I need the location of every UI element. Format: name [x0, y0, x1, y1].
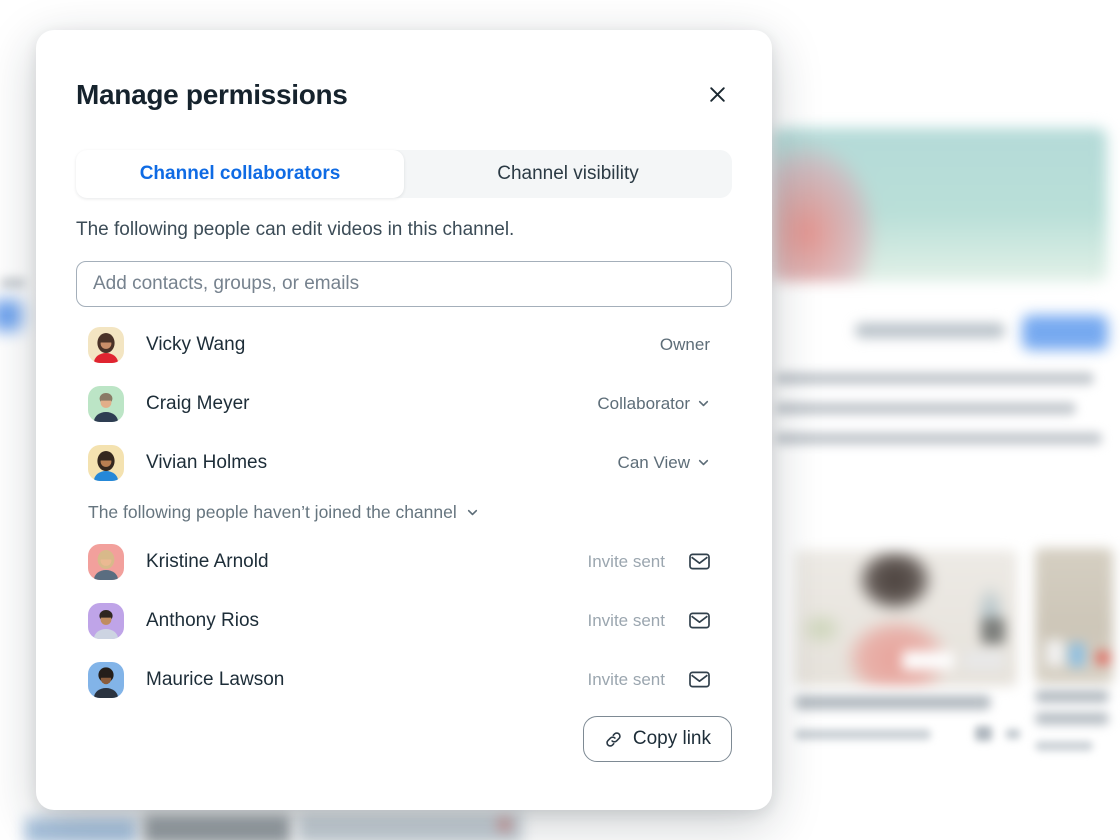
member-role-dropdown[interactable]: Can View — [618, 453, 710, 473]
chevron-down-icon — [466, 506, 479, 519]
collaborator-list: Vicky Wang Owner Craig Meyer — [76, 315, 732, 709]
avatar — [88, 603, 124, 639]
blurred-video-thumbnail — [795, 550, 1017, 686]
link-icon — [604, 730, 623, 749]
avatar — [88, 445, 124, 481]
resend-invite-button[interactable] — [689, 671, 710, 688]
chevron-down-icon — [697, 397, 710, 410]
pending-section-label: The following people haven’t joined the … — [88, 502, 457, 523]
blurred-video-thumbnail — [143, 815, 291, 840]
tab-bar: Channel collaborators Channel visibility — [76, 150, 732, 198]
member-role: Collaborator — [597, 394, 690, 414]
blurred-text-line — [776, 402, 1076, 415]
member-name: Vicky Wang — [146, 334, 660, 356]
blurred-video-meta — [1035, 741, 1093, 751]
member-name: Kristine Arnold — [146, 551, 588, 573]
invite-status: Invite sent — [588, 552, 666, 572]
tab-description: The following people can edit videos in … — [76, 218, 732, 242]
member-name: Maurice Lawson — [146, 669, 588, 691]
member-name: Craig Meyer — [146, 393, 597, 415]
avatar — [88, 327, 124, 363]
resend-invite-button[interactable] — [689, 612, 710, 629]
pending-section-header: The following people haven’t joined the … — [76, 492, 732, 532]
invite-status: Invite sent — [588, 611, 666, 631]
pending-member-row: Maurice Lawson Invite sent — [76, 650, 732, 709]
blurred-video-thumbnail — [25, 818, 137, 840]
mail-icon — [689, 553, 710, 570]
blurred-edit-icon — [975, 726, 992, 741]
member-row: Craig Meyer Collaborator — [76, 374, 732, 433]
blurred-text-line — [776, 372, 1094, 385]
member-row: Vicky Wang Owner — [76, 315, 732, 374]
blurred-video-thumbnail — [1035, 548, 1113, 684]
close-icon — [707, 84, 728, 105]
pending-member-row: Kristine Arnold Invite sent — [76, 532, 732, 591]
blurred-manage-permissions-button — [855, 323, 1005, 338]
member-name: Anthony Rios — [146, 610, 588, 632]
chevron-down-icon — [697, 456, 710, 469]
mail-icon — [689, 612, 710, 629]
mail-icon — [689, 671, 710, 688]
pending-section-toggle[interactable]: The following people haven’t joined the … — [88, 502, 479, 523]
dialog-title: Manage permissions — [76, 78, 348, 112]
avatar — [88, 544, 124, 580]
blurred-video-thumbnail — [298, 814, 522, 840]
pending-member-row: Anthony Rios Invite sent — [76, 591, 732, 650]
member-name: Vivian Holmes — [146, 452, 618, 474]
tab-channel-collaborators[interactable]: Channel collaborators — [76, 150, 404, 198]
member-row: Vivian Holmes Can View — [76, 433, 732, 492]
resend-invite-button[interactable] — [689, 553, 710, 570]
add-people-input[interactable] — [76, 261, 732, 307]
close-button[interactable] — [703, 80, 732, 109]
blurred-video-title — [1035, 712, 1109, 725]
dialog-footer: Copy link — [76, 716, 732, 762]
avatar — [88, 662, 124, 698]
blurred-overflow-icon — [1006, 729, 1020, 739]
invite-status: Invite sent — [588, 670, 666, 690]
dialog-header: Manage permissions — [76, 78, 732, 112]
screen: Manage permissions Channel collaborators… — [0, 0, 1120, 840]
blurred-text-line — [0, 278, 26, 288]
blurred-text-line — [776, 432, 1102, 445]
blurred-video-meta — [795, 729, 931, 740]
blurred-channel-banner-image — [773, 128, 1107, 282]
blurred-blue-button-edge — [0, 300, 22, 331]
blurred-primary-button — [1022, 315, 1108, 350]
member-role: Can View — [618, 453, 690, 473]
copy-link-button[interactable]: Copy link — [583, 716, 732, 762]
avatar — [88, 386, 124, 422]
tab-channel-visibility[interactable]: Channel visibility — [404, 150, 732, 198]
member-role: Owner — [660, 335, 710, 355]
copy-link-label: Copy link — [633, 728, 711, 750]
member-role-dropdown[interactable]: Collaborator — [597, 394, 710, 414]
manage-permissions-dialog: Manage permissions Channel collaborators… — [36, 30, 772, 810]
blurred-video-title — [795, 695, 991, 710]
blurred-video-title — [1035, 690, 1109, 703]
